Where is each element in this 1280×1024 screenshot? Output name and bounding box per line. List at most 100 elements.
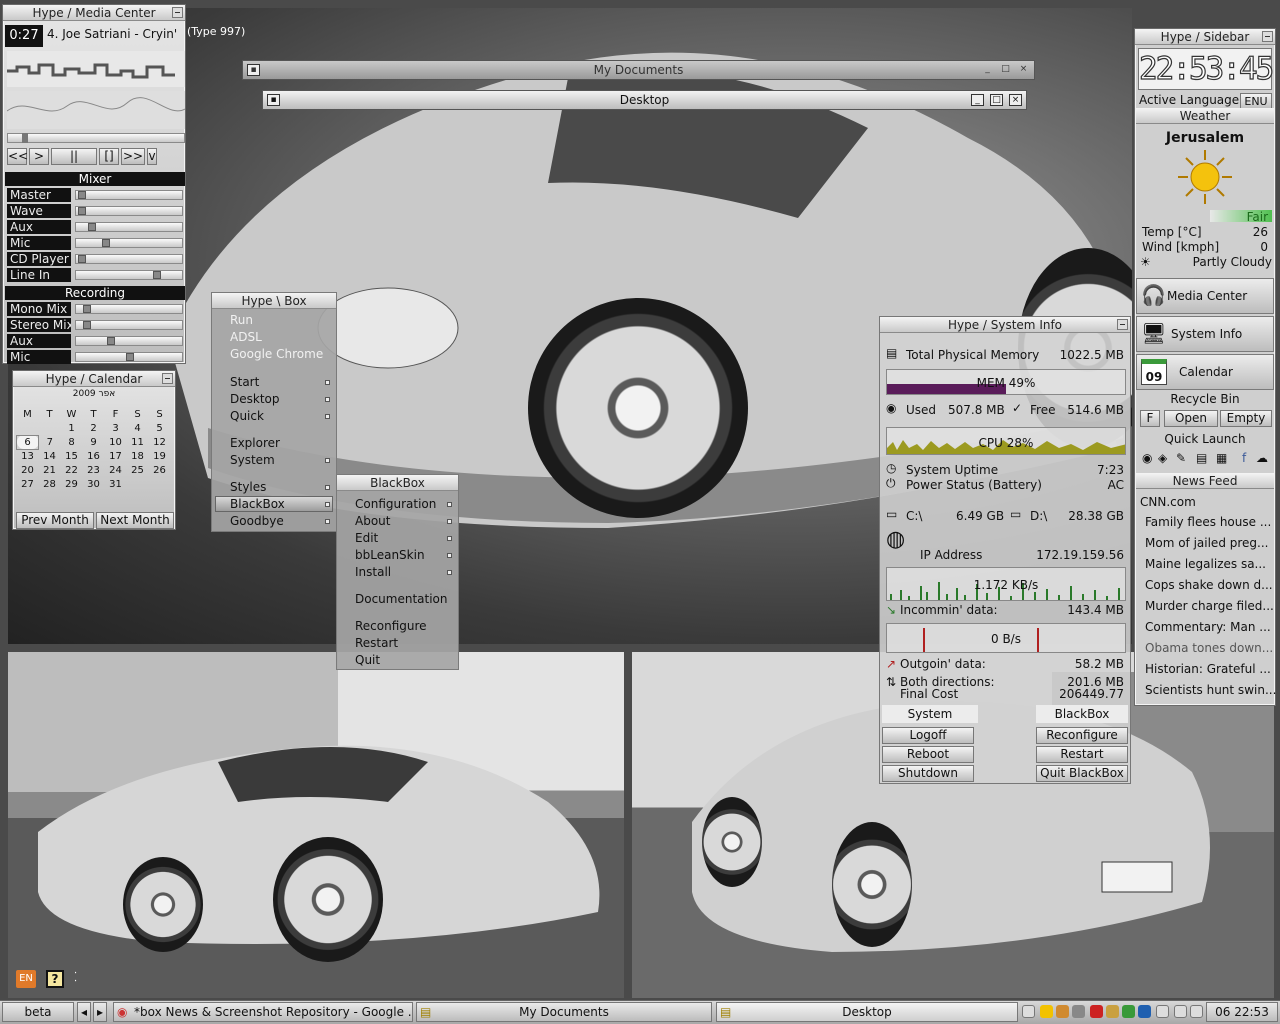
update-icon[interactable]	[1138, 1005, 1151, 1018]
mixer-channel-slider[interactable]	[75, 270, 183, 280]
news-item[interactable]: Family flees house ...	[1145, 515, 1271, 529]
box-menu-item[interactable]: Google Chrome	[230, 347, 323, 361]
mixer-channel-slider-knob[interactable]	[87, 223, 96, 231]
news-item[interactable]: Maine legalizes sa...	[1145, 557, 1266, 571]
recording-channel-slider-knob[interactable]	[82, 321, 91, 329]
collapse-icon[interactable]	[162, 373, 173, 384]
mixer-channel-slider-knob[interactable]	[78, 207, 86, 215]
mixer-channel-slider[interactable]	[75, 206, 183, 216]
blackbox-menu-item[interactable]: About	[355, 514, 390, 528]
task-desktop[interactable]: ▤ Desktop	[716, 1002, 1018, 1022]
recording-channel-slider-knob[interactable]	[106, 337, 115, 345]
grid-icon[interactable]: ▦	[1216, 451, 1227, 465]
calendar-day[interactable]: 8	[61, 435, 83, 449]
calendar-day[interactable]: 24	[105, 463, 127, 477]
antivirus-icon[interactable]	[1090, 1005, 1103, 1018]
task-chrome[interactable]: ◉ *box News & Screenshot Repository - Go…	[113, 1002, 413, 1022]
mixer-channel-slider-knob[interactable]	[102, 239, 110, 247]
box-menu-item[interactable]: Explorer	[230, 436, 280, 450]
recycle-f-button[interactable]: F	[1140, 410, 1160, 427]
news-item[interactable]: Murder charge filed...	[1145, 599, 1274, 613]
mixer-channel-slider-knob[interactable]	[78, 255, 86, 263]
recording-channel-slider-knob[interactable]	[82, 305, 91, 313]
recording-channel-slider[interactable]	[75, 304, 183, 314]
calendar-day[interactable]: 13	[17, 449, 39, 463]
calendar-day[interactable]: 5	[149, 421, 171, 435]
task-my-documents[interactable]: ▤ My Documents	[416, 1002, 712, 1022]
calendar-day[interactable]: 28	[39, 477, 61, 491]
system-info-title[interactable]: Hype / System Info	[880, 317, 1130, 333]
box-menu-item[interactable]: Start	[230, 375, 259, 389]
tools-icon[interactable]: ✎	[1176, 451, 1186, 465]
calendar-day[interactable]: 22	[61, 463, 83, 477]
news-item[interactable]: Commentary: Man ...	[1145, 620, 1271, 634]
calendar-day[interactable]: 2	[83, 421, 105, 435]
calendar-day[interactable]: 4	[127, 421, 149, 435]
calendar-day[interactable]: 10	[105, 435, 127, 449]
window-menu-icon[interactable]: ▪	[247, 64, 260, 76]
calendar-day[interactable]: 7	[39, 435, 61, 449]
calendar-day[interactable]: 3	[105, 421, 127, 435]
calendar-day[interactable]: 18	[127, 449, 149, 463]
facebook-icon[interactable]: f	[1242, 451, 1246, 465]
calendar-day[interactable]: 6	[16, 434, 39, 450]
blackbox-button-restart[interactable]: Restart	[1036, 746, 1128, 763]
tray-scroll-right-icon[interactable]	[1156, 1005, 1169, 1018]
minimize-icon[interactable]: _	[971, 94, 984, 106]
close-icon[interactable]: ×	[1017, 64, 1030, 76]
sidebar-calendar[interactable]: 09 Calendar	[1136, 354, 1274, 390]
volume-icon[interactable]	[1072, 1005, 1085, 1018]
blackbox-menu-item[interactable]: Restart	[355, 636, 398, 650]
minimize-icon[interactable]: _	[981, 64, 994, 76]
news-item[interactable]: Historian: Grateful ...	[1145, 662, 1271, 676]
blackbox-menu-item[interactable]: bbLeanSkin	[355, 548, 425, 562]
blackbox-menu-item[interactable]: Configuration	[355, 497, 436, 511]
collapse-icon[interactable]	[1117, 319, 1128, 330]
box-menu-item[interactable]: Goodbye	[230, 514, 284, 528]
box-menu-item[interactable]: Run	[230, 313, 253, 327]
calendar-day[interactable]: 9	[83, 435, 105, 449]
calendar-day[interactable]: 31	[105, 477, 127, 491]
network-icon[interactable]	[1056, 1005, 1069, 1018]
calendar-title[interactable]: Hype / Calendar	[13, 371, 175, 387]
calendar-day[interactable]: 30	[83, 477, 105, 491]
seek-slider[interactable]	[7, 133, 185, 143]
calendar-day[interactable]: 25	[127, 463, 149, 477]
calendar-day[interactable]: 20	[17, 463, 39, 477]
maximize-icon[interactable]: □	[999, 64, 1012, 76]
calendar-day[interactable]: 17	[105, 449, 127, 463]
speaker-icon[interactable]: ◈	[1158, 451, 1167, 465]
blackbox-menu-item[interactable]: Reconfigure	[355, 619, 427, 633]
blackbox-button-reconfigure[interactable]: Reconfigure	[1036, 727, 1128, 744]
transport-button[interactable]: ||	[51, 148, 97, 165]
transport-button[interactable]: <<	[7, 148, 28, 165]
folder-icon[interactable]: ▤	[1196, 451, 1207, 465]
workspace-prev-button[interactable]: ◂	[77, 1002, 91, 1022]
sidebar-system-info[interactable]: 🖥 System Info	[1136, 316, 1274, 352]
box-menu-item[interactable]: BlackBox	[230, 497, 285, 511]
chrome-icon[interactable]: ◉	[1142, 451, 1152, 465]
mixer-channel-slider-knob[interactable]	[152, 271, 161, 279]
news-item[interactable]: Cops shake down d...	[1145, 578, 1273, 592]
media-center-title[interactable]: Hype / Media Center	[3, 5, 185, 21]
mixer-channel-slider[interactable]	[75, 238, 183, 248]
box-menu-item[interactable]: Styles	[230, 480, 266, 494]
shield-icon[interactable]	[1040, 1005, 1053, 1018]
language-indicator[interactable]: EN	[16, 970, 36, 988]
recording-channel-slider[interactable]	[75, 336, 183, 346]
more-options-icon[interactable]: ⋅ ⋅	[74, 969, 84, 988]
recycle-open-button[interactable]: Open	[1164, 410, 1218, 427]
desktop-titlebar[interactable]: ▪ Desktop _ □ ×	[262, 90, 1027, 110]
blackbox-menu-item[interactable]: Install	[355, 565, 391, 579]
mixer-channel-slider[interactable]	[75, 222, 183, 232]
sidebar-title[interactable]: Hype / Sidebar	[1135, 29, 1275, 45]
calendar-day[interactable]: 15	[61, 449, 83, 463]
calendar-day[interactable]: 11	[127, 435, 149, 449]
calendar-day[interactable]: 19	[149, 449, 171, 463]
tools-icon[interactable]	[1106, 1005, 1119, 1018]
calendar-day[interactable]: 26	[149, 463, 171, 477]
news-item[interactable]: Mom of jailed preg...	[1145, 536, 1268, 550]
window-menu-icon[interactable]: ▪	[267, 94, 280, 106]
cloud-icon[interactable]: ☁	[1256, 451, 1268, 465]
help-button[interactable]: ?	[46, 970, 64, 988]
